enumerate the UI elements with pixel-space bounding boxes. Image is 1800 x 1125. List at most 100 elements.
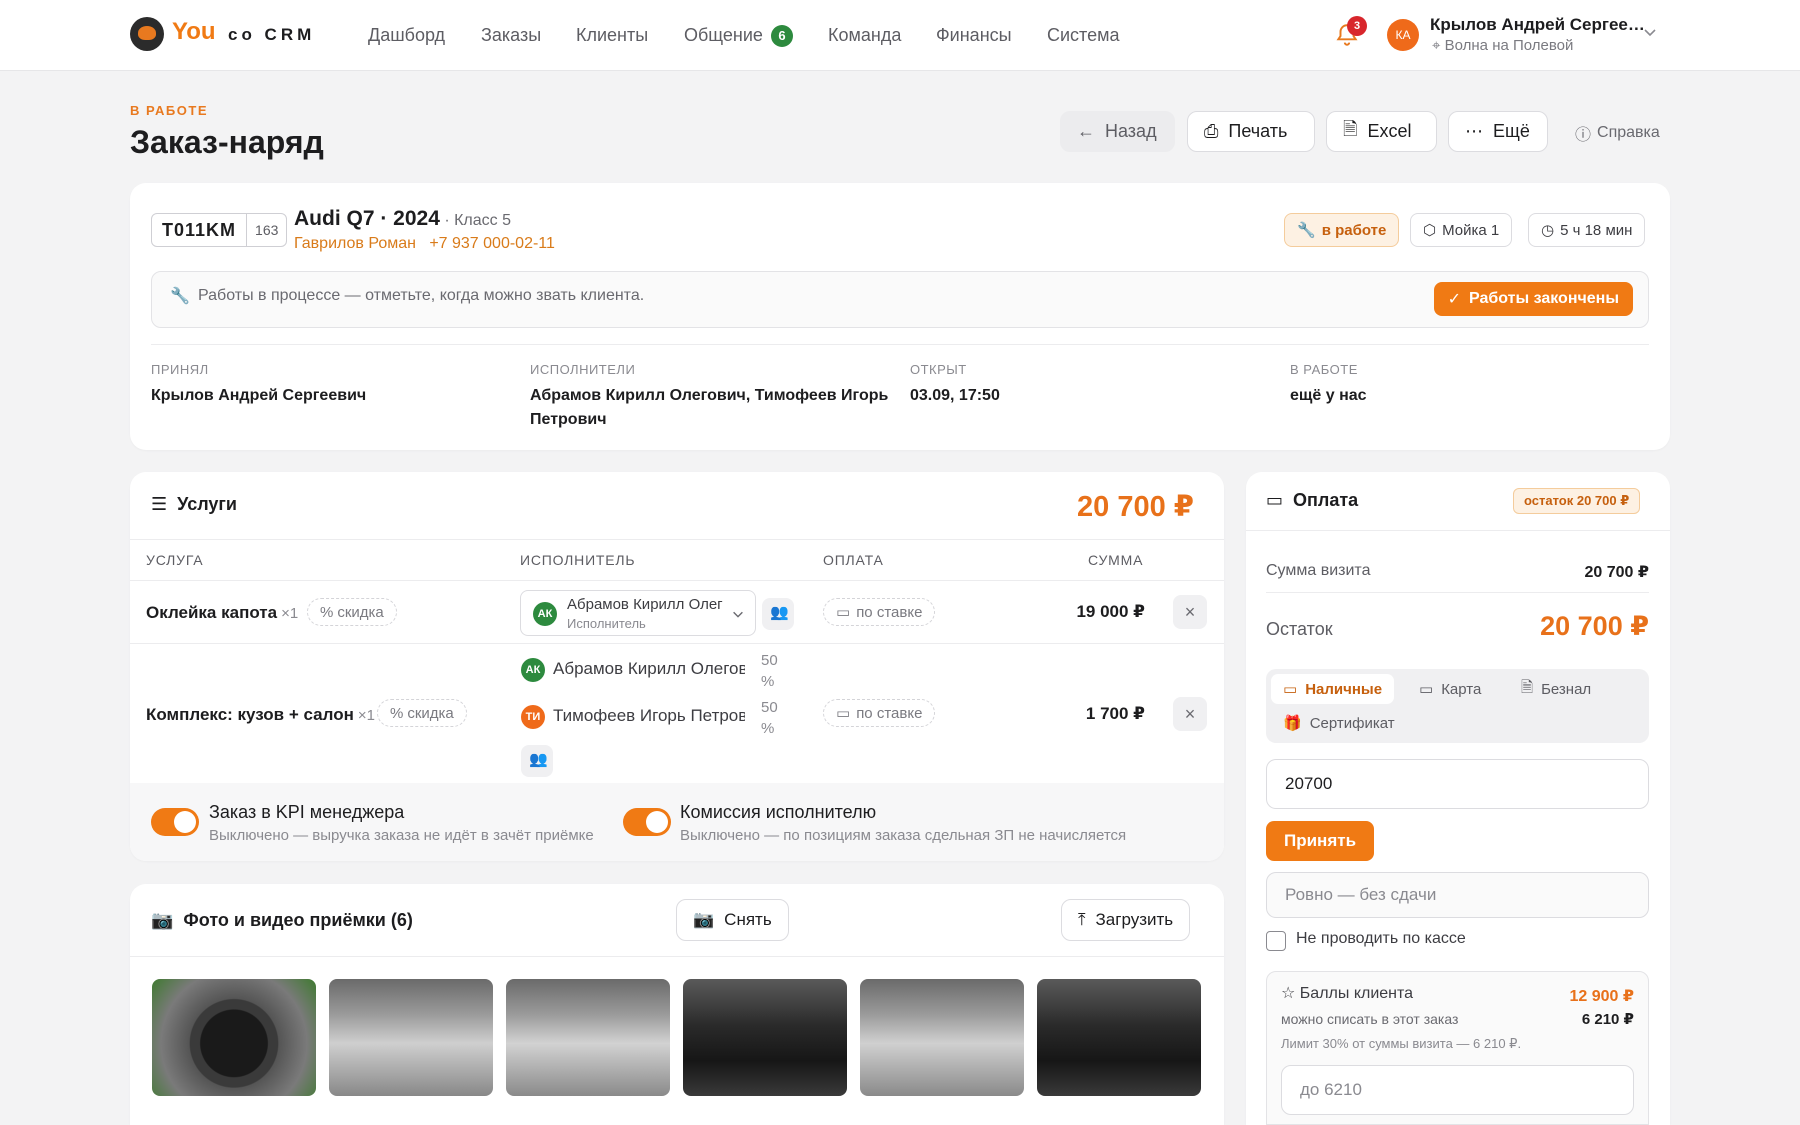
meta-label-received: ПРИНЯЛ bbox=[151, 362, 209, 377]
excel-label: Excel bbox=[1367, 121, 1412, 141]
photo-thumbnail-foam[interactable] bbox=[506, 979, 670, 1096]
bonus-title-text: Баллы клиента bbox=[1299, 985, 1414, 1002]
nav-chat[interactable]: Общение 6 bbox=[684, 25, 793, 47]
bonus-input[interactable] bbox=[1281, 1065, 1634, 1115]
wallet-icon: ▭ bbox=[1266, 490, 1284, 510]
commission-toggle[interactable] bbox=[623, 808, 671, 836]
meta-value-in-work: ещё у нас bbox=[1290, 387, 1367, 404]
printer-icon: ⎙ bbox=[1204, 121, 1219, 141]
document-icon: 🗎 bbox=[1521, 678, 1534, 696]
user-name[interactable]: Крылов Андрей Сергее… bbox=[1430, 15, 1645, 35]
bonus-spend-label: можно списать в этот заказ bbox=[1281, 1011, 1459, 1027]
vehicle-owner: Гаврилов Роман +7 937 000-02-11 bbox=[294, 235, 555, 253]
photo-thumbnail-black-car[interactable] bbox=[1037, 979, 1201, 1096]
rest-badge: остаток 20 700 ₽ bbox=[1513, 488, 1641, 514]
executor-avatar: АК bbox=[521, 658, 545, 682]
executor-role: Исполнитель bbox=[567, 616, 646, 631]
col-executor: ИСПОЛНИТЕЛЬ bbox=[520, 552, 636, 568]
meta-value-opened: 03.09, 17:50 bbox=[910, 387, 1000, 404]
shoot-button[interactable]: 📷 Снять bbox=[676, 899, 789, 941]
wrench-icon: 🔧 bbox=[170, 288, 190, 305]
work-done-button[interactable]: ✓ Работы закончены bbox=[1433, 282, 1633, 316]
close-icon: × bbox=[1184, 602, 1196, 622]
status-pill-label: в работе bbox=[1321, 221, 1387, 239]
discount-button[interactable]: % скидка bbox=[307, 598, 397, 626]
discount-button[interactable]: % скидка bbox=[377, 699, 467, 727]
back-button[interactable]: ← Назад bbox=[1060, 111, 1175, 152]
nav-finance[interactable]: Финансы bbox=[936, 25, 1012, 46]
gift-icon: 🎁 bbox=[1283, 715, 1302, 732]
photo-thumbnail-wheel[interactable] bbox=[152, 979, 316, 1096]
payment-title: ▭ Оплата bbox=[1266, 490, 1358, 511]
star-icon: ☆ bbox=[1281, 985, 1300, 1002]
wash-bay-pill[interactable]: ⬡ Мойка 1 bbox=[1410, 213, 1513, 247]
divider bbox=[130, 580, 1224, 581]
nav-orders[interactable]: Заказы bbox=[481, 25, 541, 46]
nav-dashboard[interactable]: Дашборд bbox=[368, 25, 445, 46]
executor-name[interactable]: Абрамов Кирилл Олегови bbox=[553, 659, 745, 679]
executor-avatar: ТИ bbox=[521, 705, 545, 729]
executor-share-value: 50 bbox=[761, 652, 778, 669]
rate-button[interactable]: ▭ по ставке bbox=[823, 699, 936, 727]
tab-cashless[interactable]: 🗎 Безнал bbox=[1509, 674, 1603, 704]
wash-bay-label: Мойка 1 bbox=[1442, 221, 1500, 239]
nav-clients[interactable]: Клиенты bbox=[576, 25, 648, 46]
camera-icon: 📷 bbox=[151, 910, 174, 930]
print-button[interactable]: ⎙ Печать bbox=[1187, 111, 1315, 152]
tab-card[interactable]: ▭ Карта bbox=[1407, 674, 1493, 704]
executor-share-value: 50 bbox=[761, 699, 778, 716]
executor-share[interactable]: 50% bbox=[761, 650, 778, 692]
tab-cash[interactable]: ▭ Наличные bbox=[1271, 674, 1395, 704]
excel-button[interactable]: 🗎 Excel bbox=[1326, 111, 1437, 152]
executor-share[interactable]: 50% bbox=[761, 697, 778, 739]
col-payment: ОПЛАТА bbox=[823, 552, 884, 568]
owner-name[interactable]: Гаврилов Роман bbox=[294, 235, 416, 252]
user-location-text: Волна на Полевой bbox=[1444, 37, 1574, 54]
photo-thumbnail-foam[interactable] bbox=[860, 979, 1024, 1096]
visit-sum-label: Сумма визита bbox=[1266, 562, 1371, 579]
col-service: УСЛУГА bbox=[146, 552, 204, 568]
executor-select[interactable]: АК Абрамов Кирилл Олег Исполнитель bbox=[520, 590, 756, 636]
photo-thumbnail-black-car[interactable] bbox=[683, 979, 847, 1096]
change-input[interactable] bbox=[1266, 872, 1649, 918]
location-pin-icon: ⌖ bbox=[1432, 37, 1445, 54]
chevron-down-icon bbox=[733, 611, 743, 618]
executor-name[interactable]: Тимофеев Игорь Петрови bbox=[553, 706, 745, 726]
add-executor-button[interactable]: 👥 bbox=[521, 745, 553, 777]
back-label: Назад bbox=[1105, 121, 1157, 141]
owner-phone[interactable]: +7 937 000-02-11 bbox=[429, 235, 555, 252]
remove-service-button[interactable]: × bbox=[1173, 697, 1207, 731]
photo-thumbnail-foam[interactable] bbox=[329, 979, 493, 1096]
kpi-toggle-title: Заказ в KPI менеджера bbox=[209, 802, 405, 822]
service-name: Комплекс: кузов + салон ×1 bbox=[146, 705, 375, 725]
camera-icon: 📷 bbox=[693, 910, 715, 929]
top-navbar: You co CRM Дашборд Заказы Клиенты Общени… bbox=[0, 0, 1800, 71]
divider bbox=[1266, 592, 1649, 593]
rate-button[interactable]: ▭ по ставке bbox=[823, 598, 936, 626]
remove-service-button[interactable]: × bbox=[1173, 595, 1207, 629]
upload-button[interactable]: ⤒ Загрузить bbox=[1061, 899, 1191, 941]
accept-payment-button[interactable]: Принять bbox=[1266, 821, 1375, 861]
kpi-toggle[interactable] bbox=[151, 808, 199, 836]
rate-label: по ставке bbox=[856, 704, 923, 722]
percent-sign: % bbox=[761, 720, 775, 737]
nav-team[interactable]: Команда bbox=[828, 25, 901, 46]
user-avatar[interactable]: КА bbox=[1387, 19, 1419, 51]
nav-system[interactable]: Система bbox=[1047, 25, 1120, 46]
status-pill[interactable]: 🔧 в работе bbox=[1284, 213, 1400, 247]
wallet-icon: ▭ bbox=[836, 705, 851, 722]
chevron-down-icon[interactable] bbox=[1642, 24, 1658, 40]
add-executor-button[interactable]: 👥 bbox=[762, 598, 794, 630]
no-cashbox-checkbox[interactable] bbox=[1266, 931, 1286, 951]
wrench-icon: 🔧 bbox=[1297, 222, 1316, 239]
cash-icon: ▭ bbox=[1283, 681, 1298, 698]
payment-amount-input[interactable] bbox=[1266, 759, 1649, 809]
more-button[interactable]: ⋯ Ещё bbox=[1448, 111, 1548, 152]
help-link[interactable]: ⓘ Справка bbox=[1575, 121, 1660, 145]
vehicle-model: Audi Q7 · 2024 bbox=[294, 207, 440, 230]
service-qty: ×1 bbox=[281, 605, 299, 622]
discount-label: скидка bbox=[337, 603, 384, 621]
work-done-label: Работы закончены bbox=[1469, 290, 1619, 307]
service-name-text: Оклейка капота bbox=[146, 603, 278, 622]
tab-certificate[interactable]: 🎁 Сертификат bbox=[1271, 708, 1407, 738]
